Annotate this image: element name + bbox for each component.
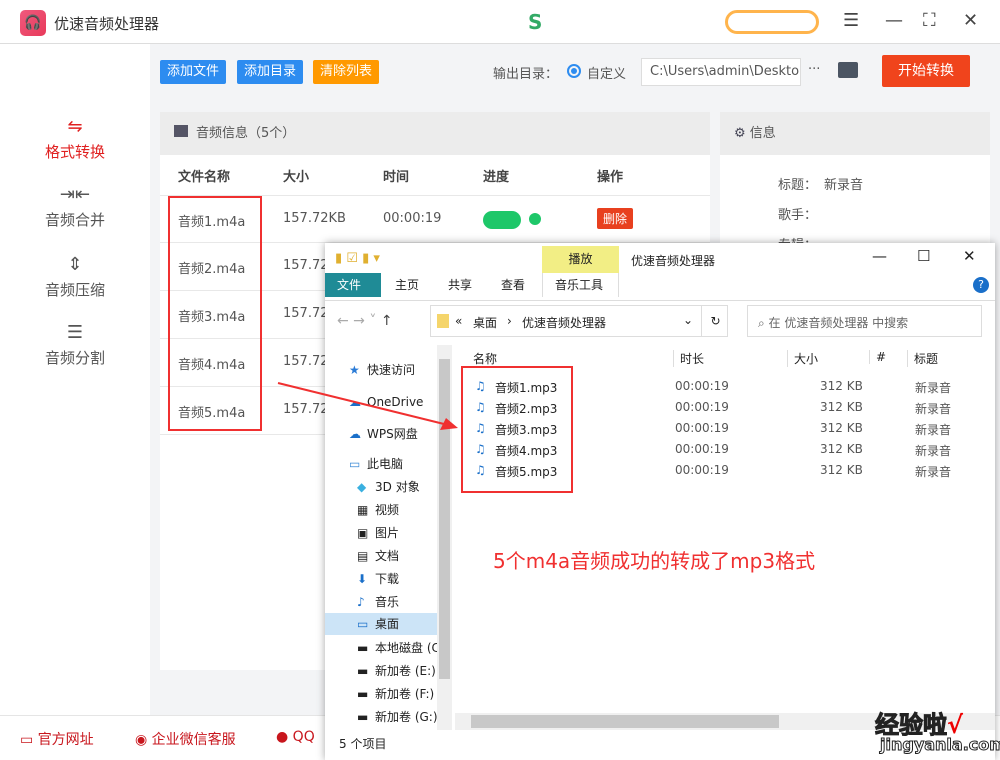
watermark-url: jingyanla.com xyxy=(880,735,1000,755)
annotation-text: 5个m4a音频成功的转成了mp3格式 xyxy=(493,549,816,573)
annotation-arrow xyxy=(277,382,458,430)
